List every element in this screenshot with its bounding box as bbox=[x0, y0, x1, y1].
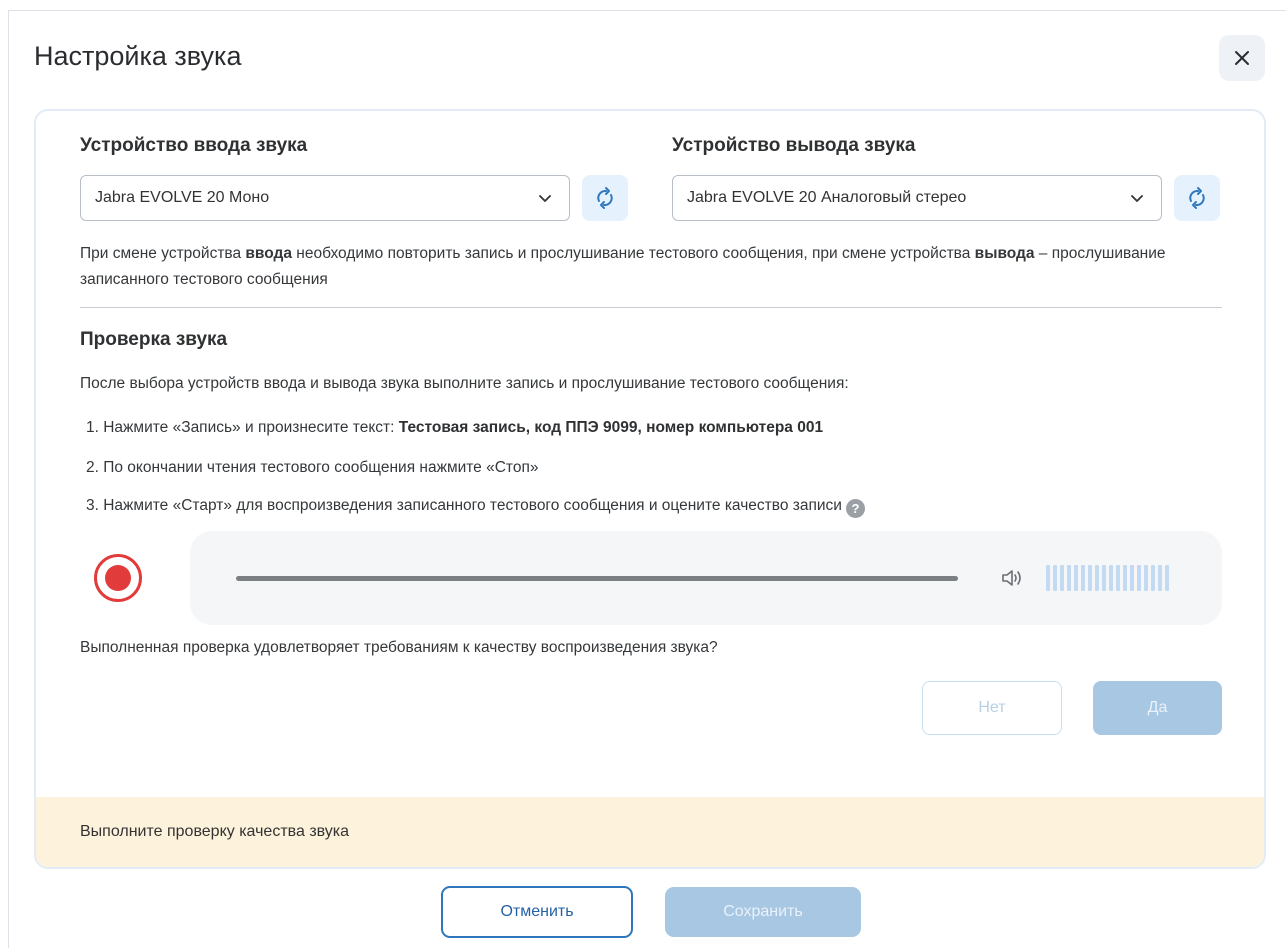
dialog-title: Настройка звука bbox=[34, 41, 242, 71]
close-icon bbox=[1235, 51, 1249, 65]
input-device-heading: Устройство ввода звука bbox=[80, 135, 308, 156]
step-1: 1. Нажмите «Запись» и произнесите текст:… bbox=[86, 419, 824, 436]
warning-banner: Выполните проверку качества звука bbox=[36, 797, 1264, 867]
settings-card: Устройство ввода звука Jabra EVOLVE 20 М… bbox=[34, 109, 1266, 869]
warning-text: Выполните проверку качества звука bbox=[80, 823, 350, 840]
no-button[interactable]: Нет bbox=[922, 681, 1062, 735]
device-change-note: При смене устройства ввода необходимо по… bbox=[80, 245, 1166, 288]
output-device-refresh-button[interactable] bbox=[1174, 175, 1220, 221]
output-device-value: Jabra EVOLVE 20 Аналоговый стерео bbox=[687, 189, 967, 206]
step-3: 3. Нажмите «Старт» для воспроизведения з… bbox=[86, 497, 865, 518]
refresh-icon bbox=[597, 187, 613, 209]
cancel-button[interactable]: Отменить bbox=[441, 886, 633, 938]
sound-check-intro: После выбора устройств ввода и вывода зв… bbox=[80, 375, 849, 392]
help-icon[interactable]: ? bbox=[845, 499, 865, 518]
input-device-select[interactable]: Jabra EVOLVE 20 Моно bbox=[80, 175, 570, 221]
close-button[interactable] bbox=[1219, 35, 1265, 81]
refresh-icon bbox=[1189, 187, 1205, 209]
quality-question: Выполненная проверка удовлетворяет требо… bbox=[80, 639, 718, 656]
volume-icon[interactable] bbox=[1000, 567, 1024, 589]
chevron-down-icon bbox=[1131, 195, 1143, 202]
sound-settings-dialog: Настройка звука Устройство ввода звука J… bbox=[8, 10, 1286, 948]
save-button[interactable]: Сохранить bbox=[665, 887, 861, 937]
sound-check-heading: Проверка звука bbox=[80, 329, 228, 350]
playback-progress-bar[interactable] bbox=[236, 576, 958, 581]
divider bbox=[80, 307, 1222, 308]
record-button[interactable] bbox=[94, 554, 142, 602]
output-device-heading: Устройство вывода звука bbox=[672, 135, 916, 156]
input-device-value: Jabra EVOLVE 20 Моно bbox=[95, 189, 270, 206]
step-2: 2. По окончании чтения тестового сообщен… bbox=[86, 459, 539, 476]
output-device-select[interactable]: Jabra EVOLVE 20 Аналоговый стерео bbox=[672, 175, 1162, 221]
chevron-down-icon bbox=[539, 195, 551, 202]
input-device-refresh-button[interactable] bbox=[582, 175, 628, 221]
audio-player bbox=[190, 531, 1222, 625]
yes-button[interactable]: Да bbox=[1093, 681, 1222, 735]
volume-level-meter bbox=[1046, 565, 1169, 591]
record-icon bbox=[105, 565, 131, 591]
